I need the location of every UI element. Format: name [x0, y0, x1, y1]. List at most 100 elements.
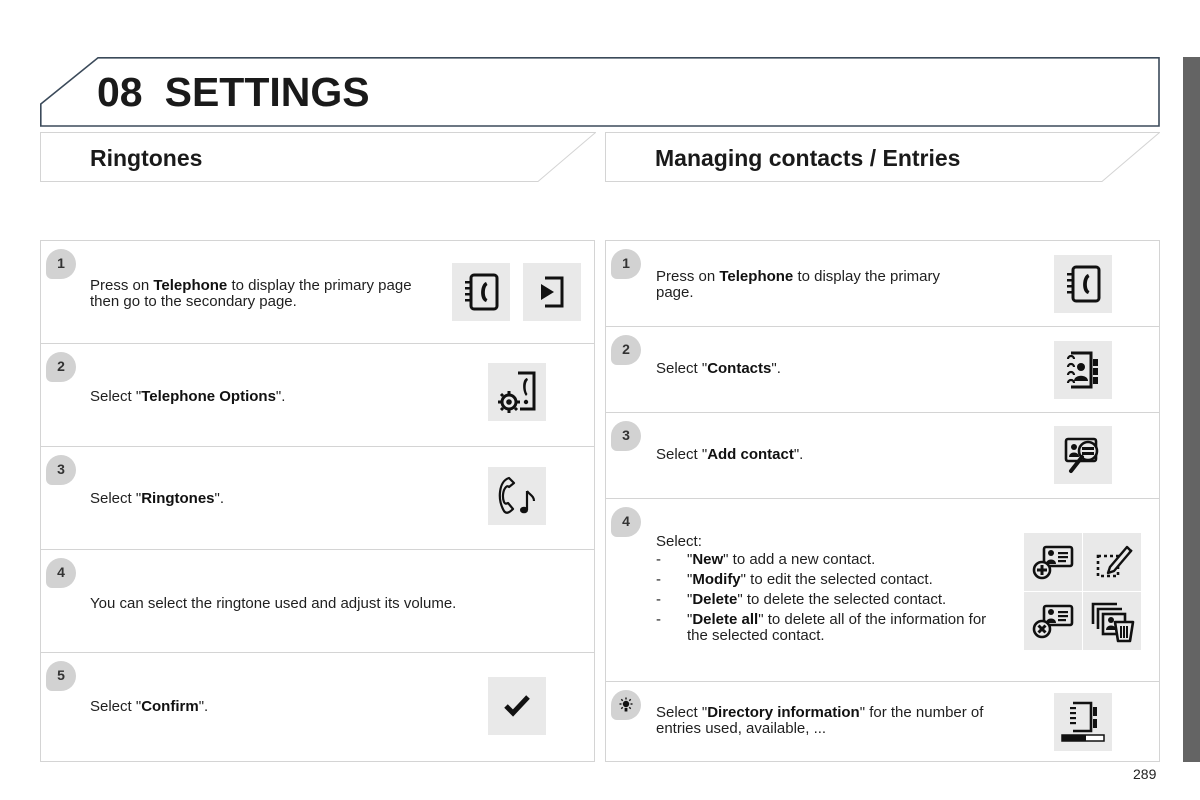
text: ".	[214, 490, 225, 507]
telephone-icon	[1067, 265, 1101, 303]
text: Select "	[90, 698, 142, 715]
text: to delete the selected contact.	[742, 591, 947, 608]
step-3: 3 Select "Add contact".	[606, 413, 1159, 499]
text-bold: Confirm	[141, 698, 199, 715]
new-contact-button[interactable]	[1024, 533, 1082, 591]
section-header-managing-contacts: Managing contacts / Entries	[605, 132, 1160, 182]
list-item-delete-all: - "Delete all" to delete all of the infor…	[656, 611, 987, 644]
text: Select "	[656, 446, 708, 463]
tip-directory-information: Select "Directory information" for the n…	[606, 682, 1159, 761]
text-bold: Telephone	[153, 277, 228, 294]
ringtones-steps-panel: 1 Press on Telephone to display the prim…	[40, 240, 595, 762]
step-badge: 1	[611, 249, 641, 279]
secondary-page-icon	[541, 276, 564, 308]
delete-all-icon	[1091, 602, 1135, 643]
option-list: - "New" to add a new contact. - "Modify" t…	[656, 552, 996, 644]
telephone-button[interactable]	[452, 263, 510, 321]
directory-information-button[interactable]	[1054, 693, 1112, 751]
directory-information-icon	[1061, 701, 1105, 742]
delete-all-button[interactable]	[1083, 592, 1141, 650]
text-bold: Ringtones	[141, 490, 215, 507]
list-item-modify: - "Modify" to edit the selected contact.	[656, 571, 933, 588]
step-text: Select "Confirm".	[90, 699, 208, 715]
section-header-ringtones: Ringtones	[40, 132, 596, 182]
dash: -	[656, 571, 661, 588]
confirm-button[interactable]	[488, 677, 546, 735]
text-bold: Modify	[692, 571, 741, 588]
text: Select "	[656, 360, 708, 377]
step-text: You can select the ringtone used and adj…	[90, 595, 457, 612]
telephone-options-button[interactable]	[488, 363, 546, 421]
list-item-new: - "New" to add a new contact.	[656, 551, 876, 568]
lightbulb-tip-icon	[619, 697, 633, 712]
telephone-button[interactable]	[1054, 255, 1112, 313]
contacts-button[interactable]	[1054, 341, 1112, 399]
step-text: Select "Ringtones".	[90, 491, 224, 507]
step-4: 4 Select: - "New" to add a new contact. -…	[606, 499, 1159, 682]
text-bold: Contacts	[707, 360, 772, 377]
step-2: 2 Select "Contacts".	[606, 327, 1159, 413]
add-contact-button[interactable]	[1054, 426, 1112, 484]
step-5: 5 Select "Confirm".	[41, 653, 594, 761]
text-bold: Telephone Options	[141, 388, 276, 405]
modify-contact-icon	[1096, 545, 1133, 578]
chapter-number: 08	[97, 69, 143, 115]
secondary-page-button[interactable]	[523, 263, 581, 321]
step-text: Select "Telephone Options".	[90, 389, 285, 405]
dash: -	[656, 611, 661, 628]
page-number: 289	[1133, 766, 1157, 782]
text: Select "	[90, 490, 142, 507]
ringtones-button[interactable]	[488, 467, 546, 525]
chapter-side-tab	[1183, 57, 1200, 762]
step-1: 1 Press on Telephone to display the prim…	[606, 241, 1159, 327]
new-contact-icon	[1032, 545, 1074, 580]
step-text: Select "Directory information" for the n…	[656, 705, 996, 737]
step-badge: 1	[46, 249, 76, 279]
list-item-delete: - "Delete" to delete the selected contact…	[656, 591, 947, 608]
text: to edit the selected contact.	[745, 571, 933, 588]
ringtones-icon	[498, 476, 536, 514]
text-bold: Delete	[692, 591, 738, 608]
text-bold: Delete all	[692, 611, 759, 628]
text: Select "	[90, 388, 142, 405]
step-badge: 4	[611, 507, 641, 537]
confirm-check-icon	[504, 695, 530, 717]
text: ".	[198, 698, 209, 715]
section-title: Managing contacts / Entries	[655, 145, 961, 171]
chapter-title: 08 SETTINGS	[97, 69, 370, 116]
add-contact-search-icon	[1064, 437, 1099, 473]
text: ".	[275, 388, 286, 405]
step-4: 4 You can select the ringtone used and a…	[41, 550, 594, 653]
step-1: 1 Press on Telephone to display the prim…	[41, 241, 594, 344]
step-text: Select "Add contact".	[656, 447, 803, 463]
tip-badge	[611, 690, 641, 720]
modify-contact-button[interactable]	[1083, 533, 1141, 591]
delete-contact-button[interactable]	[1024, 592, 1082, 650]
telephone-options-icon	[498, 371, 536, 413]
step-badge: 5	[46, 661, 76, 691]
dash: -	[656, 551, 661, 568]
telephone-icon	[465, 273, 499, 311]
text: Press on	[90, 277, 154, 294]
step-badge: 3	[611, 421, 641, 451]
text: ".	[771, 360, 781, 377]
step-text: Press on Telephone to display the primar…	[90, 278, 420, 310]
chapter-header: 08 SETTINGS	[40, 57, 1160, 127]
step-text: Press on Telephone to display the primar…	[656, 269, 976, 301]
contacts-icon	[1066, 351, 1098, 389]
managing-contacts-steps-panel: 1 Press on Telephone to display the prim…	[605, 240, 1160, 762]
text: Select "	[656, 704, 708, 721]
text-bold: Directory information	[707, 704, 860, 721]
step-badge: 4	[46, 558, 76, 588]
step-intro: Select:	[656, 533, 702, 550]
section-title: Ringtones	[90, 145, 203, 171]
step-3: 3 Select "Ringtones".	[41, 447, 594, 550]
text-bold: Telephone	[719, 268, 794, 285]
text-bold: New	[692, 551, 724, 568]
dash: -	[656, 591, 661, 608]
text-bold: Add contact	[707, 446, 794, 463]
text: to add a new contact.	[728, 551, 876, 568]
step-badge: 3	[46, 455, 76, 485]
text: ".	[793, 446, 804, 463]
delete-contact-icon	[1032, 604, 1074, 639]
